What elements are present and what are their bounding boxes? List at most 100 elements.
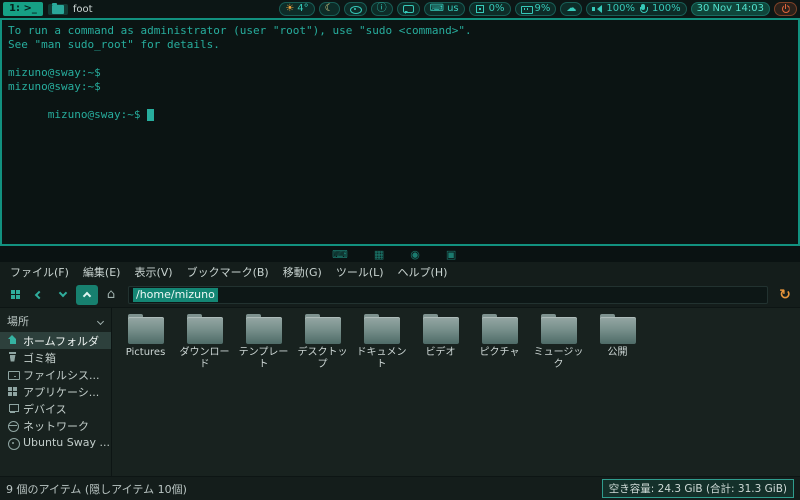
sidebar-item-filesystem[interactable]: ファイルシス... xyxy=(0,366,111,383)
power-button[interactable] xyxy=(774,2,797,16)
terminal-prompt-active: mizuno@sway:~$ xyxy=(8,94,792,136)
volume-module[interactable]: 100% 100% xyxy=(586,2,687,16)
network-module[interactable]: ☁ xyxy=(560,2,583,16)
folder-label: デスクトップ xyxy=(297,347,348,370)
memory-label: 9% xyxy=(534,3,551,14)
wallpaper-grid-icon: ▦ xyxy=(373,247,385,261)
clock-module[interactable]: 30 Nov 14:03 xyxy=(690,2,770,16)
folder-item-documents[interactable]: ドキュメント xyxy=(353,314,410,371)
path-bar[interactable]: /home/mizuno xyxy=(128,285,768,304)
folder-item-pictures-jp[interactable]: ピクチャ xyxy=(471,314,528,371)
network-icon xyxy=(7,420,19,432)
desktop-wallpaper-strip: ⌨ ▦ ◉ ▣ xyxy=(0,246,800,262)
sidebar-item-label: Ubuntu Sway ... xyxy=(23,436,110,449)
home-icon: ⌂ xyxy=(106,287,116,302)
terminal-line: See "man sudo_root" for details. xyxy=(8,38,220,51)
idle-inhibitor-module[interactable] xyxy=(343,2,367,16)
file-manager-statusbar: 9 個のアイテム (隠しアイテム 10個) 空き容量: 24.3 GiB (合計… xyxy=(0,476,800,500)
items-count-text: 9 個のアイテム (隠しアイテム 10個) xyxy=(6,482,187,496)
chevron-left-icon xyxy=(34,290,44,299)
top-bar: 1: >_ foot ☀ 4° ☾ ⓘ ⌨ us 0% 9% ☁ 100% 10… xyxy=(0,0,800,18)
folder-item-pictures[interactable]: Pictures xyxy=(117,314,174,371)
sidebar-item-label: ネットワーク xyxy=(23,419,89,433)
folder-item-public[interactable]: 公開 xyxy=(589,314,646,371)
eye-icon xyxy=(349,4,362,15)
folder-view[interactable]: Pictures ダウンロード テンプレート デスクトップ ドキュメント ビデオ… xyxy=(112,308,800,476)
workspace-button[interactable]: 1: >_ xyxy=(3,2,43,16)
devices-icon xyxy=(7,403,19,414)
memory-module[interactable]: 9% xyxy=(514,2,557,16)
menu-edit[interactable]: 編集(E) xyxy=(76,262,128,282)
home-icon xyxy=(7,335,18,346)
file-manager-window: ファイル(F) 編集(E) 表示(V) ブックマーク(B) 移動(G) ツール(… xyxy=(0,262,800,500)
folder-label: ドキュメント xyxy=(356,347,407,370)
folder-item-music[interactable]: ミュージック xyxy=(530,314,587,371)
sidebar-item-network[interactable]: ネットワーク xyxy=(0,417,111,434)
home-button[interactable]: ⌂ xyxy=(100,285,122,305)
volume-label: 100% xyxy=(606,3,635,14)
folder-item-desktop[interactable]: デスクトップ xyxy=(294,314,351,371)
folder-icon xyxy=(303,314,343,344)
menu-bookmarks[interactable]: ブックマーク(B) xyxy=(180,262,276,282)
up-button[interactable] xyxy=(76,284,98,305)
notifications-module[interactable] xyxy=(396,2,420,16)
folder-icon xyxy=(480,314,520,344)
cpu-module[interactable]: 0% xyxy=(468,2,511,16)
cpu-label: 0% xyxy=(488,3,505,14)
places-header[interactable]: 場所 xyxy=(0,310,111,332)
chevron-up-icon xyxy=(82,291,92,301)
folder-item-videos[interactable]: ビデオ xyxy=(412,314,469,371)
sidebar-item-devices[interactable]: デバイス xyxy=(0,400,111,417)
sidebar-item-label: ゴミ箱 xyxy=(23,351,56,365)
keyboard-layout-module[interactable]: ⌨ us xyxy=(423,2,465,16)
folder-item-templates[interactable]: テンプレート xyxy=(235,314,292,371)
menu-go[interactable]: 移動(G) xyxy=(276,262,329,282)
night-mode-module[interactable]: ☾ xyxy=(318,2,340,16)
desktop: 1: >_ foot ☀ 4° ☾ ⓘ ⌨ us 0% 9% ☁ 100% 10… xyxy=(0,0,800,500)
chevron-down-icon xyxy=(58,288,68,298)
file-manager-body: 場所 ホームフォルダ ゴミ箱 ファイルシス... アプリケーシ... デバイス … xyxy=(0,308,800,476)
menu-tools[interactable]: ツール(L) xyxy=(329,262,391,282)
grid-icon xyxy=(10,290,20,299)
view-toggle-button[interactable] xyxy=(4,285,26,305)
refresh-button[interactable]: ↻ xyxy=(774,285,796,305)
sidebar-item-label: アプリケーシ... xyxy=(23,385,100,399)
folder-label: ビデオ xyxy=(425,347,456,358)
history-button[interactable] xyxy=(52,285,74,305)
folder-icon xyxy=(598,314,638,344)
folder-label: ミュージック xyxy=(533,347,584,370)
filesystem-icon xyxy=(7,369,20,380)
file-manager-menubar: ファイル(F) 編集(E) 表示(V) ブックマーク(B) 移動(G) ツール(… xyxy=(0,262,800,282)
keyboard-icon: ⌨ xyxy=(429,3,445,14)
folder-icon xyxy=(244,314,284,344)
back-button[interactable] xyxy=(28,285,50,305)
memory-icon xyxy=(520,4,533,15)
folder-icon xyxy=(126,314,166,344)
trash-icon xyxy=(7,352,18,363)
weather-module[interactable]: ☀ 4° xyxy=(279,2,315,16)
folder-item-downloads[interactable]: ダウンロード xyxy=(176,314,233,371)
cpu-icon xyxy=(475,4,486,15)
sidebar-item-home[interactable]: ホームフォルダ xyxy=(0,332,111,349)
sidebar-item-trash[interactable]: ゴミ箱 xyxy=(0,349,111,366)
menu-view[interactable]: 表示(V) xyxy=(127,262,179,282)
disk-icon xyxy=(7,437,20,450)
places-header-label: 場所 xyxy=(7,315,29,328)
taskbar-filemanager-button[interactable] xyxy=(47,2,68,15)
sidebar-item-applications[interactable]: アプリケーシ... xyxy=(0,383,111,400)
menu-help[interactable]: ヘルプ(H) xyxy=(391,262,455,282)
info-module[interactable]: ⓘ xyxy=(370,2,393,16)
terminal-window[interactable]: To run a command as administrator (user … xyxy=(0,18,800,246)
folder-label: テンプレート xyxy=(238,347,289,370)
folder-label: Pictures xyxy=(125,347,166,358)
microphone-icon xyxy=(638,3,649,15)
terminal-cursor xyxy=(147,109,155,121)
terminal-prompt: mizuno@sway:~$ xyxy=(8,66,101,79)
folder-icon xyxy=(539,314,579,344)
file-manager-toolbar: ⌂ /home/mizuno ↻ xyxy=(0,282,800,308)
terminal-prompt: mizuno@sway:~$ xyxy=(8,80,101,93)
sidebar-item-label: ファイルシス... xyxy=(23,368,100,382)
sidebar-item-ubuntu-sway[interactable]: Ubuntu Sway ... xyxy=(0,434,111,451)
menu-file[interactable]: ファイル(F) xyxy=(3,262,76,282)
